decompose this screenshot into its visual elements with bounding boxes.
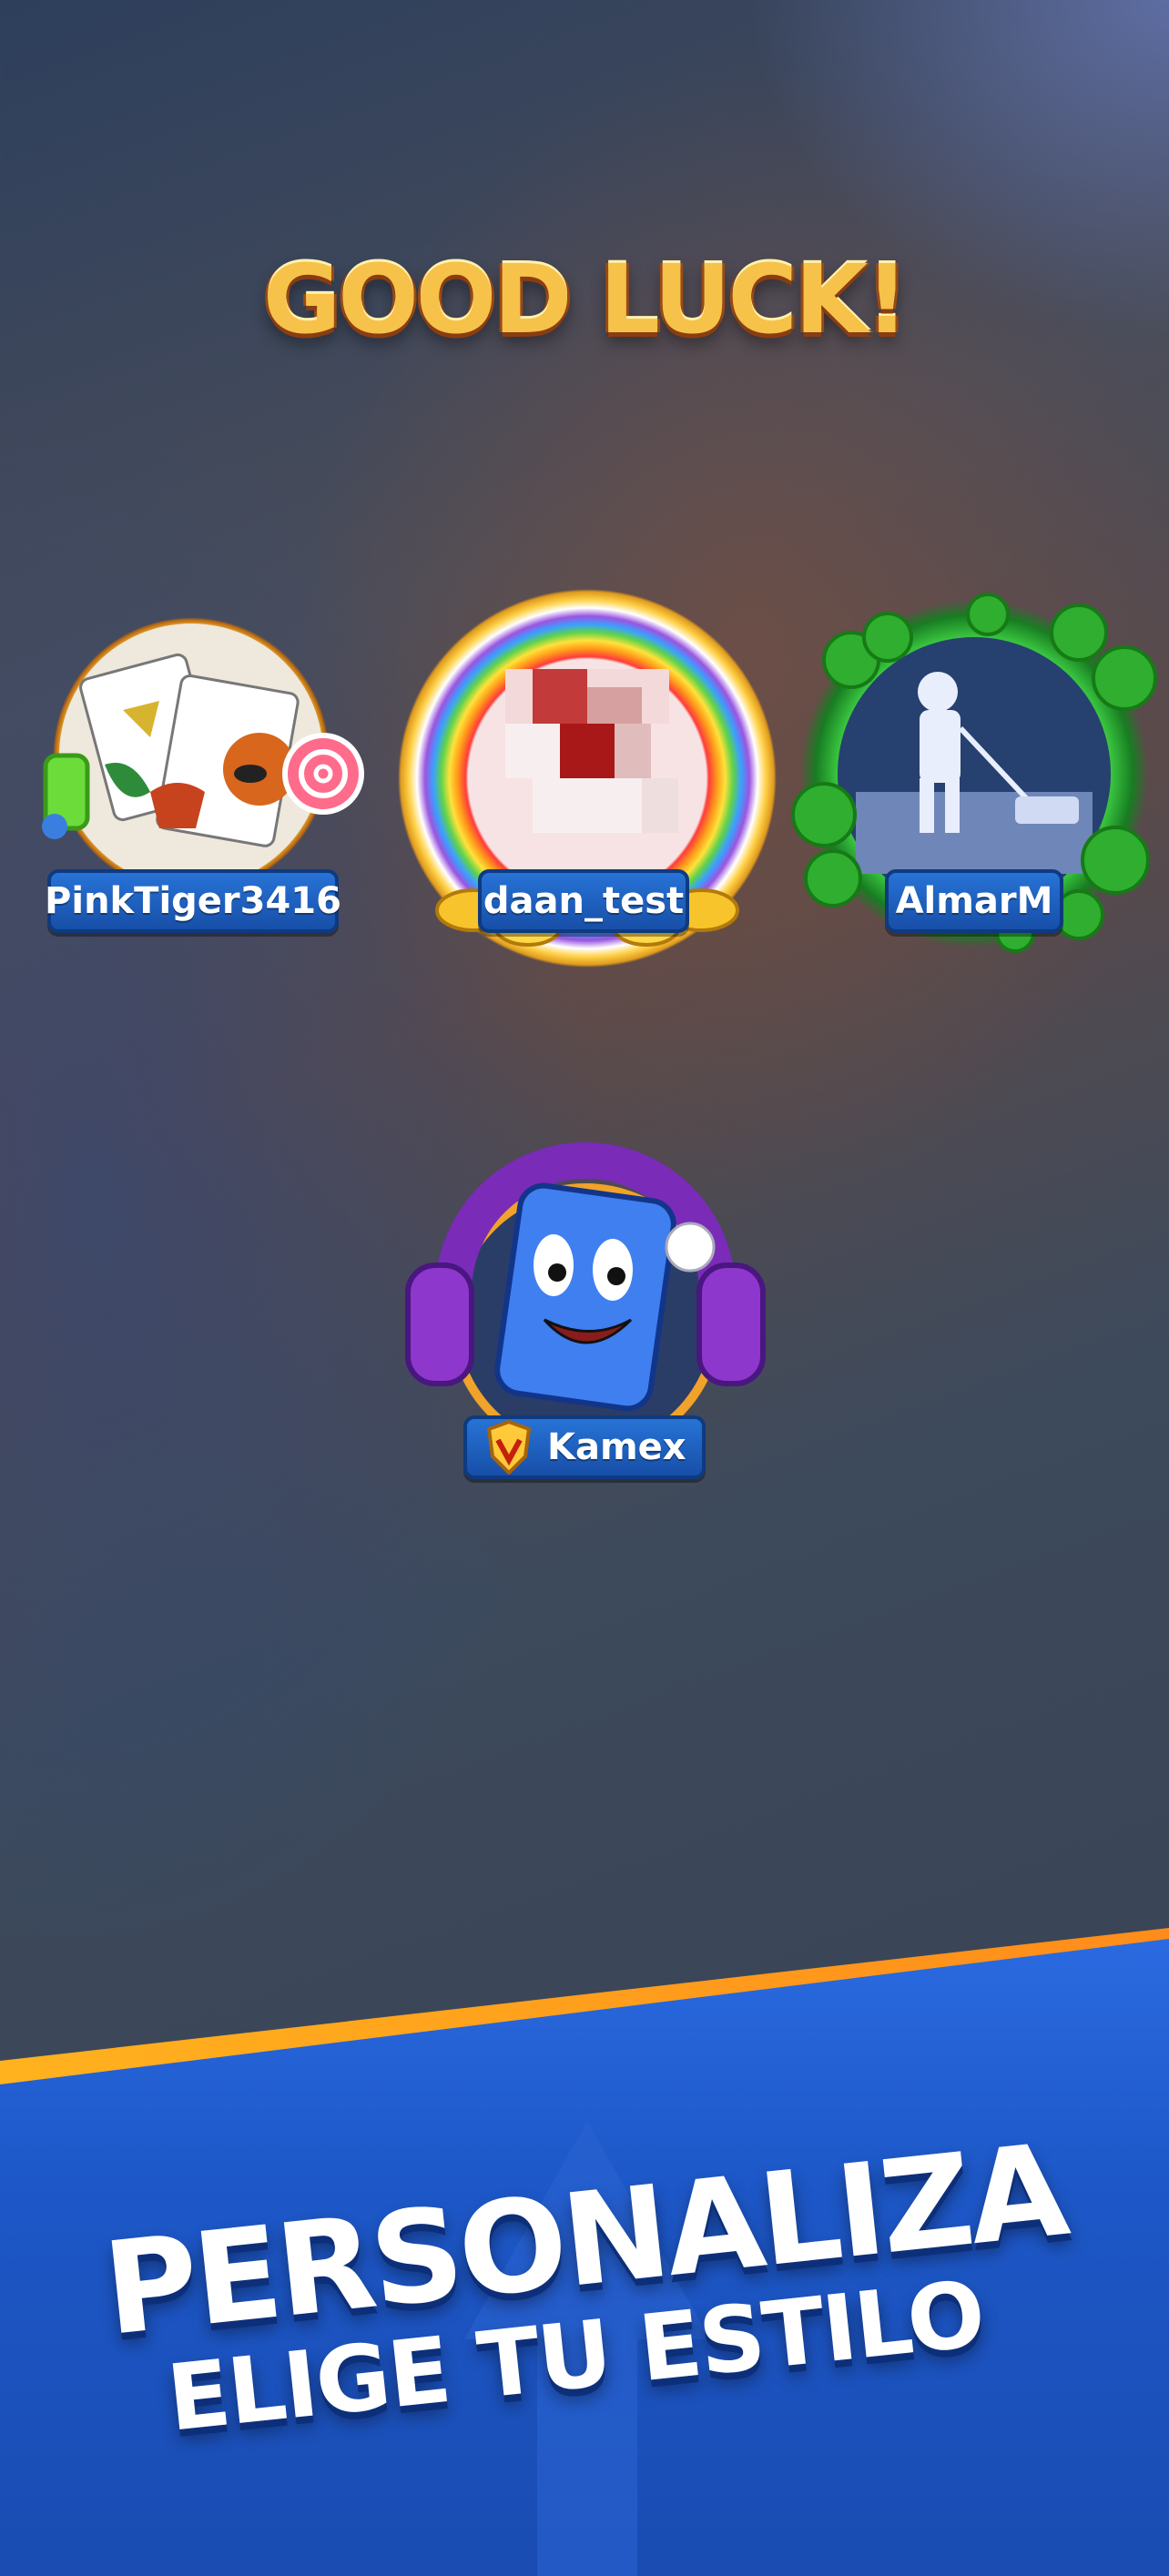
- page-title: GOOD LUCK!: [262, 244, 909, 355]
- candy-icon: [42, 753, 90, 839]
- vip-shield-icon: [486, 1420, 532, 1475]
- player-name-tag: PinkTiger3416: [45, 869, 341, 933]
- player-name-text: Kamex: [547, 1426, 686, 1468]
- player-name-tag: daan_test: [478, 869, 689, 933]
- player-name-tag: Kamex: [463, 1415, 706, 1479]
- player-name-tag: AlmarM: [885, 869, 1063, 933]
- lollipop-icon: [282, 733, 364, 815]
